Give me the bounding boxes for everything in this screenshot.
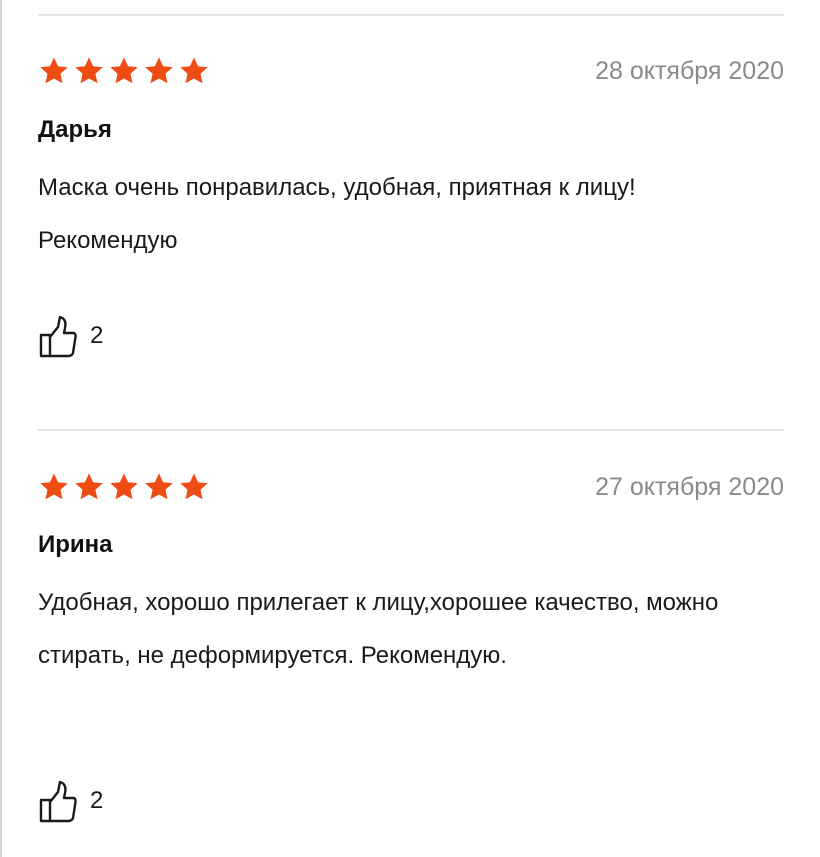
star-icon (178, 55, 213, 87)
review-text: Удобная, хорошо прилегает к лицу,хорошее… (38, 589, 719, 669)
star-icon (108, 471, 143, 503)
star-icon (73, 55, 108, 87)
star-rating (38, 55, 213, 87)
star-icon (73, 471, 108, 503)
review-card: 28 октября 2020 Дарья Маска очень понрав… (38, 55, 784, 375)
thumbs-up-icon (39, 315, 77, 358)
review-card: 27 октября 2020 Ирина Удобная, хорошо пр… (38, 471, 784, 851)
review-text: Маска очень понравилась, удобная, приятн… (38, 174, 636, 254)
left-border (0, 0, 2, 857)
divider (38, 429, 784, 431)
star-icon (143, 471, 178, 503)
review-author: Ирина (38, 531, 113, 558)
like-button[interactable]: 2 (38, 778, 103, 824)
star-rating (38, 471, 213, 503)
like-count: 2 (90, 787, 104, 814)
review-date: 27 октября 2020 (595, 473, 784, 501)
thumbs-up-icon (39, 780, 77, 823)
review-author: Дарья (38, 116, 112, 143)
star-icon (108, 55, 143, 87)
like-count: 2 (90, 322, 104, 349)
review-date: 28 октября 2020 (595, 57, 784, 85)
star-icon (178, 471, 213, 503)
star-icon (38, 471, 73, 503)
star-icon (38, 55, 73, 87)
star-icon (143, 55, 178, 87)
like-button[interactable]: 2 (38, 313, 103, 359)
divider (38, 14, 784, 16)
